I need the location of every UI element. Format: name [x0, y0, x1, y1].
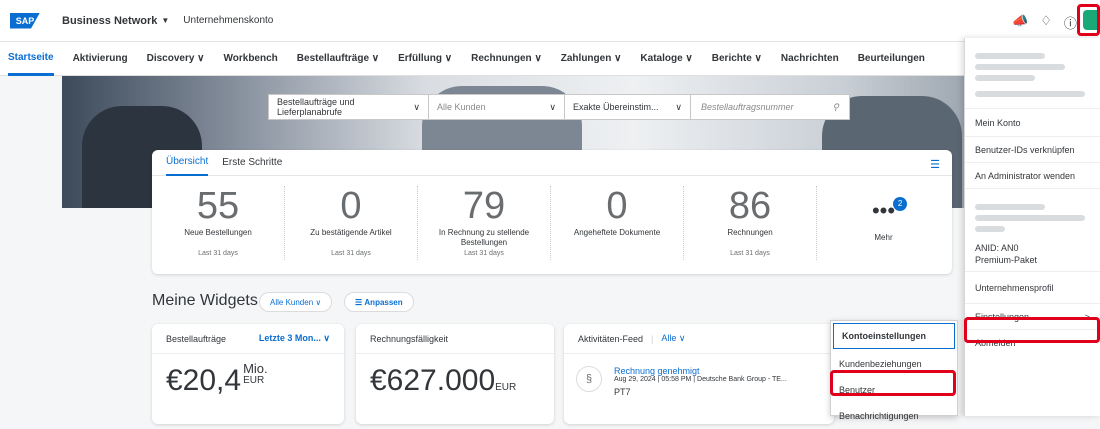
widgets-title: Meine Widgets: [152, 292, 258, 309]
menu-company-profile[interactable]: Unternehmensprofil: [965, 272, 1100, 304]
tab-first-steps[interactable]: Erste Schritte: [222, 150, 282, 176]
chevron-down-icon: ∨: [675, 101, 682, 112]
main-nav: Startseite Aktivierung Discovery ∨ Workb…: [0, 42, 1100, 76]
company-info-block: ANID: AN0 Premium-Paket: [965, 189, 1100, 272]
menu-customer-relations[interactable]: Kundenbeziehungen: [831, 351, 957, 377]
search-input[interactable]: Bestellauftragsnummer ⚲: [691, 102, 849, 113]
menu-users[interactable]: Benutzer: [831, 377, 957, 403]
search-bar: Bestellaufträge und Lieferplanabrufe ∨ Al…: [268, 94, 850, 120]
company-label: Unternehmenskonto: [183, 15, 274, 26]
due-widget: Rechnungsfälligkeit €627.000EUR: [356, 324, 554, 424]
settings-icon[interactable]: ☰: [930, 158, 940, 171]
menu-link-user-ids[interactable]: Benutzer-IDs verknüpfen: [965, 137, 1100, 163]
user-menu: Mein Konto Benutzer-IDs verknüpfen An Ad…: [964, 38, 1100, 416]
top-bar: SAP Business Network ▼ Unternehmenskonto…: [0, 0, 1100, 42]
nav-nachrichten[interactable]: Nachrichten: [781, 42, 839, 76]
nav-berichte[interactable]: Berichte ∨: [712, 42, 762, 76]
menu-account-settings[interactable]: Kontoeinstellungen: [833, 323, 955, 349]
match-select[interactable]: Exakte Übereinstim... ∨: [565, 95, 691, 119]
sap-logo[interactable]: SAP: [10, 12, 40, 29]
orders-widget: Bestellaufträge Letzte 3 Mon... ∨ €20,4 Mi…: [152, 324, 344, 424]
tile-new-orders[interactable]: 55 Neue Bestellungen Last 31 days: [152, 186, 285, 260]
menu-contact-admin[interactable]: An Administrator wenden: [965, 163, 1100, 189]
document-icon: §: [576, 366, 602, 392]
nav-discovery[interactable]: Discovery ∨: [147, 42, 205, 76]
chevron-right-icon: >: [1084, 311, 1090, 322]
nav-startseite[interactable]: Startseite: [8, 42, 54, 76]
customize-button[interactable]: ☰ Anpassen: [344, 292, 414, 312]
avatar[interactable]: [1083, 10, 1100, 30]
tile-pinned-docs[interactable]: 0 Angeheftete Dokumente: [551, 186, 684, 260]
tile-items-to-confirm[interactable]: 0 Zu bestätigende Artikel Last 31 days: [285, 186, 418, 260]
nav-bestellauftraege[interactable]: Bestellaufträge ∨: [297, 42, 379, 76]
doc-type-select[interactable]: Bestellaufträge und Lieferplanabrufe ∨: [269, 95, 429, 119]
nav-erfuellung[interactable]: Erfüllung ∨: [398, 42, 452, 76]
bell-icon[interactable]: ♢: [1040, 13, 1052, 32]
orders-value: €20,4 Mio. EUR: [166, 361, 268, 397]
tile-invoices[interactable]: 86 Rechnungen Last 31 days: [684, 186, 817, 260]
feed-item[interactable]: § Rechnung genehmigt Aug 29, 2024 | 05:58…: [564, 354, 834, 409]
account-info-block: [965, 38, 1100, 109]
due-value: €627.000EUR: [370, 364, 517, 397]
nav-zahlungen[interactable]: Zahlungen ∨: [561, 42, 622, 76]
nav-aktivierung[interactable]: Aktivierung: [73, 42, 128, 76]
widgets-customer-filter[interactable]: Alle Kunden ∨: [259, 292, 333, 312]
menu-logout[interactable]: Abmelden: [965, 330, 1100, 356]
feed-filter[interactable]: Alle ∨: [661, 333, 685, 344]
account-settings-menu: Kontoeinstellungen Kundenbeziehungen Ben…: [830, 320, 958, 421]
customer-select[interactable]: Alle Kunden ∨: [429, 95, 565, 119]
menu-settings[interactable]: Einstellungen >: [965, 304, 1100, 330]
orders-range-select[interactable]: Letzte 3 Mon... ∨: [259, 333, 330, 344]
customize-icon: ☰: [355, 297, 365, 307]
nav-workbench[interactable]: Workbench: [224, 42, 278, 76]
tile-orders-to-invoice[interactable]: 79 In Rechnung zu stellende Bestellungen L…: [418, 186, 551, 260]
brand-title[interactable]: Business Network: [62, 15, 157, 27]
chevron-down-icon: ∨: [549, 101, 556, 112]
tab-overview[interactable]: Übersicht: [166, 150, 209, 176]
activity-feed: Aktivitäten-Feed | Alle ∨ § Rechnung geneh…: [564, 324, 834, 424]
tile-more[interactable]: ••• 2 Mehr: [817, 186, 950, 260]
nav-kataloge[interactable]: Kataloge ∨: [640, 42, 692, 76]
overview-card: Übersicht Erste Schritte ☰ 55 Neue Bestel…: [152, 150, 952, 274]
brand-caret-icon[interactable]: ▼: [161, 16, 169, 25]
menu-my-account[interactable]: Mein Konto: [965, 109, 1100, 137]
more-icon: ••• 2: [872, 191, 908, 231]
megaphone-icon[interactable]: 📣: [1012, 13, 1028, 32]
more-badge: 2: [893, 197, 908, 211]
nav-beurteilungen[interactable]: Beurteilungen: [858, 42, 925, 76]
help-icon[interactable]: ⓘ: [1064, 13, 1077, 32]
nav-rechnungen[interactable]: Rechnungen ∨: [471, 42, 542, 76]
search-icon[interactable]: ⚲: [832, 102, 839, 113]
chevron-down-icon: ∨: [413, 101, 420, 112]
plan-label: Premium-Paket: [975, 255, 1038, 265]
menu-notifications[interactable]: Benachrichtigungen: [831, 403, 957, 429]
anid-label: ANID: AN0: [975, 243, 1019, 253]
